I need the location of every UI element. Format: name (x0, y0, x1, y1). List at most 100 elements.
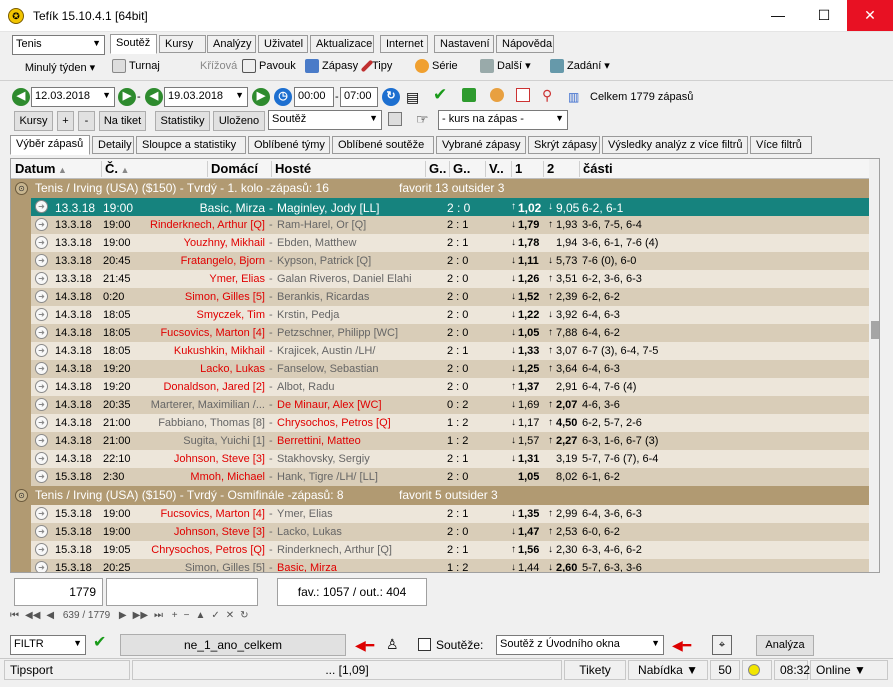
pdf-icon[interactable]: ▤ (406, 88, 419, 106)
sub-tab-0[interactable]: Výběr zápasů (10, 135, 90, 155)
prev-record-icon[interactable]: ◀ (46, 610, 54, 621)
soutez-source-select[interactable]: Soutěž z Úvodního okna ▼ (496, 635, 664, 655)
date-from-field[interactable]: 12.03.2018 ▼ (31, 87, 115, 107)
table-row[interactable]: ➜ 14.3.18 21:00 Sugita, Yuichi [1] - Berretti… (11, 432, 869, 450)
table-row[interactable]: ➜ 14.3.18 18:05 Smyczek, Tim - Krstin, Pedja 2… (11, 306, 869, 324)
sub-tab-5[interactable]: Vybrané zápasy (436, 136, 526, 154)
column-separator[interactable] (543, 161, 544, 177)
table-row[interactable]: ➜ 14.3.18 21:00 Fabbiano, Thomas [8] - Chryso… (11, 414, 869, 432)
table-row[interactable]: ➜ 14.3.18 18:05 Kukushkin, Mikhail - Krajicek… (11, 342, 869, 360)
column-header-8[interactable]: 2 (547, 161, 554, 176)
row-detail-icon[interactable]: ➜ (35, 362, 48, 375)
soutez-select[interactable]: Soutěž ▼ (268, 110, 382, 130)
table-row[interactable]: ➜ 15.3.18 19:05 Chrysochos, Petros [Q] - Rind… (11, 541, 869, 559)
row-detail-icon[interactable]: ➜ (35, 434, 48, 447)
refresh-icon[interactable]: ↻ (240, 610, 248, 621)
group-header[interactable]: ⊙ Tenis / Irving (USA) ($150) - Tvrdý - 1… (11, 179, 869, 198)
zoom-icon[interactable]: ⚲ (542, 86, 552, 104)
minus-button[interactable]: - (78, 111, 95, 131)
zapasy-button[interactable]: Zápasy (305, 57, 358, 75)
table-row[interactable]: ➜ 15.3.18 20:25 Simon, Gilles [5] - Basic, Mi… (11, 559, 869, 572)
main-tab-7[interactable]: Nápověda (496, 35, 554, 53)
period-dropdown[interactable]: Minulý týden ▾ (20, 59, 100, 77)
scrollbar-thumb[interactable] (871, 321, 879, 339)
sub-tab-6[interactable]: Skrýt zápasy (528, 136, 600, 154)
clock-icon[interactable]: ◷ (274, 88, 292, 106)
main-tab-2[interactable]: Analýzy (207, 35, 256, 53)
post-icon[interactable]: ✓ (211, 610, 219, 621)
row-detail-icon[interactable]: ➜ (35, 507, 48, 520)
ulozeno-button[interactable]: Uloženo (213, 111, 265, 131)
date-to-next-icon[interactable]: ▶ (252, 88, 270, 106)
row-detail-icon[interactable]: ➜ (35, 470, 48, 483)
row-detail-icon[interactable]: ➜ (35, 525, 48, 538)
column-header-2[interactable]: Domácí (211, 161, 258, 176)
row-detail-icon[interactable]: ➜ (35, 561, 48, 572)
table-row[interactable]: ➜ 13.3.18 20:45 Fratangelo, Bjorn - Kypson, P… (11, 252, 869, 270)
column-header-1[interactable]: Č. ▲ (105, 161, 129, 176)
row-detail-icon[interactable]: ➜ (35, 218, 48, 231)
table-row[interactable]: ➜ 14.3.18 22:10 Johnson, Steve [3] - Stakhovs… (11, 450, 869, 468)
pointer-icon[interactable]: ☞ (416, 110, 429, 128)
main-tab-0[interactable]: Soutěž (110, 34, 157, 54)
excel-icon[interactable] (462, 88, 476, 102)
row-detail-icon[interactable]: ➜ (35, 380, 48, 393)
column-header-7[interactable]: 1 (515, 161, 522, 176)
filter-select[interactable]: FILTR ▼ (10, 635, 86, 655)
settings-icon[interactable]: ⌖ (712, 635, 732, 655)
refresh-icon[interactable]: ↻ (382, 88, 400, 106)
row-detail-icon[interactable]: ➜ (35, 236, 48, 249)
analyza-button[interactable]: Analýza (756, 635, 814, 656)
close-button[interactable]: ✕ (847, 0, 893, 31)
sub-tab-3[interactable]: Oblíbené týmy (248, 136, 330, 154)
table-row[interactable]: ➜ 14.3.18 0:20 Simon, Gilles [5] - Berankis, … (11, 288, 869, 306)
maximize-button[interactable]: ☐ (801, 0, 847, 31)
column-separator[interactable] (511, 161, 512, 177)
pavouk-button[interactable]: Pavouk (242, 57, 296, 75)
soutez-checkbox[interactable] (418, 638, 431, 651)
first-record-icon[interactable]: ⏮ (10, 610, 19, 621)
table-row[interactable]: ➜ 13.3.18 21:45 Ymer, Elias - Galan Riveros, … (11, 270, 869, 288)
row-detail-icon[interactable]: ➜ (35, 290, 48, 303)
table-row[interactable]: ➜ 15.3.18 2:30 Mmoh, Michael - Hank, Tigre /L… (11, 468, 869, 486)
row-detail-icon[interactable]: ➜ (35, 398, 48, 411)
table-row[interactable]: ➜ 13.3.18 19:00 Rinderknech, Arthur [Q] - Ram… (11, 216, 869, 234)
zadani-button[interactable]: Zadání ▾ (550, 57, 610, 75)
minimize-button[interactable]: — (755, 0, 801, 31)
column-separator[interactable] (271, 161, 272, 177)
chart-icon[interactable]: ▥ (568, 88, 579, 106)
table-row[interactable]: ➜ 13.3.18 19:00 Basic, Mirza - Maginley, Jody… (11, 198, 869, 216)
filter-name-button[interactable]: ne_1_ano_celkem (120, 634, 346, 656)
sub-tab-1[interactable]: Detaily (92, 136, 134, 154)
edit-record-icon[interactable]: ▲ (195, 610, 205, 621)
online-status[interactable]: Online ▼ (810, 660, 888, 680)
row-detail-icon[interactable]: ➜ (35, 200, 48, 213)
sport-select[interactable]: Tenis ▼ (12, 35, 105, 55)
prev-page-icon[interactable]: ◀◀ (25, 610, 40, 621)
date-next-icon[interactable]: ▶ (118, 88, 136, 106)
main-tab-6[interactable]: Nastavení (434, 35, 494, 53)
serie-button[interactable]: Série (415, 57, 458, 75)
nabidka-status[interactable]: Nabídka ▼ (628, 660, 708, 680)
sub-tab-2[interactable]: Sloupce a statistiky (136, 136, 246, 154)
kursy-button[interactable]: Kursy (14, 111, 53, 131)
next-page-icon[interactable]: ▶▶ (133, 610, 148, 621)
sub-tab-8[interactable]: Více filtrů (750, 136, 812, 154)
column-separator[interactable] (485, 161, 486, 177)
main-tab-3[interactable]: Uživatel (258, 35, 308, 53)
table-row[interactable]: ➜ 14.3.18 19:20 Lacko, Lukas - Fanselow, Seba… (11, 360, 869, 378)
statistiky-button[interactable]: Statistiky (155, 111, 210, 131)
row-detail-icon[interactable]: ➜ (35, 254, 48, 267)
bookmaker-status[interactable]: Tipsport (4, 660, 130, 680)
apply-filter-icon[interactable]: ✔ (93, 634, 106, 652)
sub-tab-4[interactable]: Oblíbené soutěže (332, 136, 434, 154)
row-detail-icon[interactable]: ➜ (35, 543, 48, 556)
plus-button[interactable]: + (57, 111, 74, 131)
table-row[interactable]: ➜ 14.3.18 19:20 Donaldson, Jared [2] - Albot,… (11, 378, 869, 396)
sub-tab-7[interactable]: Výsledky analýz z více filtrů (602, 136, 748, 154)
column-header-0[interactable]: Datum ▲ (15, 161, 67, 176)
column-separator[interactable] (579, 161, 580, 177)
row-detail-icon[interactable]: ➜ (35, 416, 48, 429)
column-header-4[interactable]: G.. (429, 161, 446, 176)
turnaj-button[interactable]: Turnaj (112, 57, 160, 75)
